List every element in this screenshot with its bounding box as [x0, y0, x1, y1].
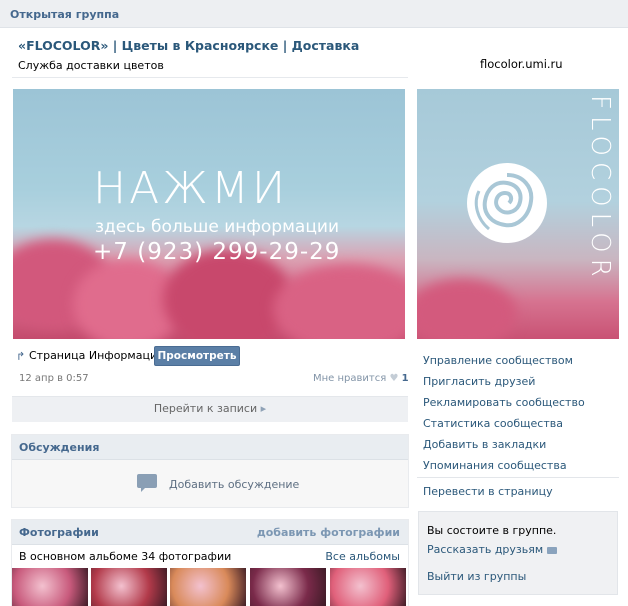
tell-friends-label: Рассказать друзьям: [427, 543, 544, 556]
all-albums-link[interactable]: Все альбомы: [325, 550, 400, 563]
tell-friends-link[interactable]: Рассказать друзьям: [427, 543, 558, 556]
speech-bubble-icon: [137, 474, 157, 492]
photo-thumbnail[interactable]: [250, 568, 326, 606]
banner-flower-blur: [273, 264, 405, 339]
page-title: «FLOCOLOR» | Цветы в Красноярске | Доста…: [18, 38, 360, 53]
discussions-block: Обсуждения Добавить обсуждение: [11, 434, 409, 508]
membership-status: Вы состоите в группе.: [427, 524, 557, 537]
group-type-label: Открытая группа: [10, 8, 120, 21]
shared-page-label: Страница Информация: [29, 349, 164, 362]
leave-group-link[interactable]: Выйти из группы: [427, 570, 526, 583]
community-actions-menu: Управление сообществом Пригласить друзей…: [423, 350, 623, 476]
discussions-title[interactable]: Обсуждения: [19, 441, 99, 454]
like-button[interactable]: Мне нравится ♥ 1: [313, 373, 409, 384]
membership-block: Вы состоите в группе. Рассказать друзьям…: [418, 511, 618, 595]
post-attachment-row: ↱ Страница Информация Просмотреть: [16, 346, 406, 368]
menu-item-mentions[interactable]: Упоминания сообщества: [423, 455, 623, 476]
add-photos-link[interactable]: добавить фотографии: [257, 526, 400, 539]
photos-title[interactable]: Фотографии: [19, 526, 99, 539]
goto-post-button[interactable]: Перейти к записи ▸: [12, 396, 408, 422]
photo-thumbnail[interactable]: [12, 568, 88, 606]
like-label: Мне нравится: [313, 373, 387, 384]
add-discussion-link[interactable]: Добавить обсуждение: [169, 478, 299, 491]
banner-tagline: здесь больше информации: [95, 217, 340, 237]
photo-thumbnail[interactable]: [330, 568, 406, 606]
photo-thumbnail[interactable]: [91, 568, 167, 606]
avatar-flower-blur: [417, 279, 517, 339]
share-arrow-icon: ↱: [16, 350, 26, 363]
add-discussion-area[interactable]: Добавить обсуждение: [12, 460, 408, 508]
photo-thumbnail[interactable]: [170, 568, 246, 606]
avatar-brand-text: FLOCOLOR: [585, 95, 615, 283]
menu-item-bookmark[interactable]: Добавить в закладки: [423, 434, 623, 455]
rose-icon: [467, 163, 547, 243]
divider: [12, 77, 408, 78]
speech-bubble-icon: [547, 546, 558, 554]
convert-to-page-link[interactable]: Перевести в страницу: [423, 485, 553, 498]
group-status: Служба доставки цветов: [18, 59, 164, 72]
menu-item-invite[interactable]: Пригласить друзей: [423, 371, 623, 392]
menu-item-statistics[interactable]: Статистика сообщества: [423, 413, 623, 434]
divider: [417, 477, 619, 478]
view-button[interactable]: Просмотреть: [154, 346, 240, 366]
photos-block: Фотографии добавить фотографии В основно…: [11, 519, 409, 606]
menu-item-advertise[interactable]: Рекламировать сообщество: [423, 392, 623, 413]
goto-post-label: Перейти к записи: [153, 402, 258, 415]
photos-header: Фотографии добавить фотографии: [12, 520, 408, 545]
heart-icon: ♥: [389, 373, 399, 384]
group-type-bar: Открытая группа: [0, 0, 628, 28]
post-banner-image[interactable]: НАЖМИ здесь больше информации +7 (923) 2…: [13, 89, 405, 339]
photo-thumbnails: [12, 568, 410, 606]
banner-headline: НАЖМИ: [93, 163, 289, 214]
menu-item-manage[interactable]: Управление сообществом: [423, 350, 623, 371]
discussions-header[interactable]: Обсуждения: [12, 435, 408, 460]
photos-count: В основном альбоме 34 фотографии: [19, 550, 232, 563]
post-date[interactable]: 12 апр в 0:57: [19, 373, 89, 384]
chevron-right-icon: ▸: [260, 402, 267, 415]
group-avatar[interactable]: FLOCOLOR: [417, 89, 619, 339]
banner-phone: +7 (923) 299-29-29: [93, 239, 341, 265]
website-link[interactable]: flocolor.umi.ru: [480, 57, 563, 71]
like-count: 1: [401, 373, 409, 384]
